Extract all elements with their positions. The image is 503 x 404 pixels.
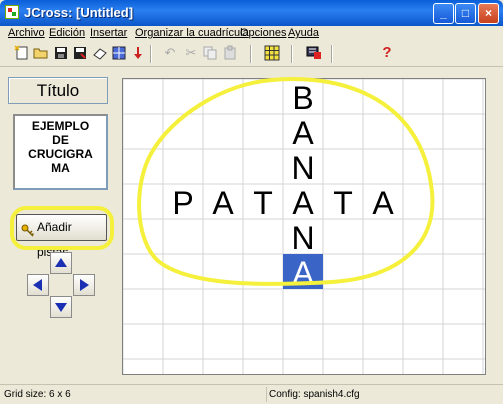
toolbar-separator [250, 45, 252, 63]
minimize-button[interactable]: _ [433, 3, 454, 24]
menu-ayuda[interactable]: Ayuda [288, 27, 319, 39]
toolbar-separator [291, 45, 293, 63]
grid-letter[interactable]: A [212, 185, 234, 221]
grid-letter[interactable]: T [253, 185, 273, 221]
crossword-grid[interactable]: BANPATATANA [122, 78, 486, 375]
title-field[interactable]: Título [8, 77, 108, 104]
key-icon [21, 221, 35, 237]
grid-icon[interactable] [264, 45, 280, 61]
add-clues-button[interactable]: Añadir pistas [16, 214, 107, 259]
menu-insertar[interactable]: Insertar [90, 27, 127, 39]
grid-letter[interactable]: A [292, 185, 314, 221]
toolbar-separator [331, 45, 333, 63]
grid-letter[interactable]: A [292, 115, 314, 151]
maximize-button[interactable]: □ [455, 3, 476, 24]
status-bar: Grid size: 6 x 6 Config: spanish4.cfg [0, 384, 503, 404]
save-icon[interactable] [53, 45, 69, 61]
menu-edicion[interactable]: Edición [49, 27, 85, 39]
arrow-right-button[interactable] [73, 274, 95, 296]
status-grid-size: Grid size: 6 x 6 [4, 389, 71, 400]
grid-letter[interactable]: A [292, 255, 314, 291]
new-file-icon[interactable] [14, 45, 30, 61]
status-config: Config: spanish4.cfg [266, 387, 495, 402]
arrow-left-button[interactable] [27, 274, 49, 296]
down-arrow-icon[interactable] [130, 45, 146, 61]
grid-letter[interactable]: B [292, 80, 313, 116]
open-folder-icon[interactable] [33, 45, 49, 61]
toolbar-separator [150, 45, 152, 63]
copy-icon[interactable] [202, 45, 218, 61]
menu-archivo[interactable]: Archivo [8, 27, 45, 39]
grid-canvas[interactable]: BANP A T A T ANA [123, 79, 485, 374]
window-title: JCross: [Untitled] [24, 5, 134, 20]
menu-bar: Archivo Edición Insertar Organizar la cu… [0, 26, 503, 42]
menu-organizar[interactable]: Organizar la cuadrícula [135, 27, 249, 39]
title-bar: JCross: [Untitled] _ □ × [0, 0, 503, 26]
subtitle-field[interactable]: EJEMPLO DE CRUCIGRA MA [13, 114, 108, 190]
grid-letter[interactable]: N [291, 150, 314, 186]
arrow-pad [22, 252, 100, 318]
cut-icon[interactable]: ✂ [183, 45, 199, 61]
app-icon [5, 5, 19, 19]
grid-letter[interactable]: T [333, 185, 353, 221]
close-button[interactable]: × [478, 3, 499, 24]
toolbar: ↶ ✂ ? [0, 42, 503, 67]
arrow-up-button[interactable] [50, 252, 72, 274]
menu-opciones[interactable]: Opciones [240, 27, 286, 39]
flag-icon[interactable] [306, 45, 322, 61]
save-as-icon[interactable] [72, 45, 88, 61]
grid-letter[interactable]: A [372, 185, 394, 221]
grid-letter[interactable]: N [291, 220, 314, 256]
paste-icon[interactable] [222, 45, 238, 61]
grid-letter[interactable]: P [172, 185, 193, 221]
help-icon[interactable]: ? [379, 45, 395, 61]
arrow-down-button[interactable] [50, 296, 72, 318]
web-export-icon[interactable] [111, 45, 127, 61]
eraser-icon[interactable] [92, 45, 108, 61]
undo-icon[interactable]: ↶ [162, 45, 178, 61]
